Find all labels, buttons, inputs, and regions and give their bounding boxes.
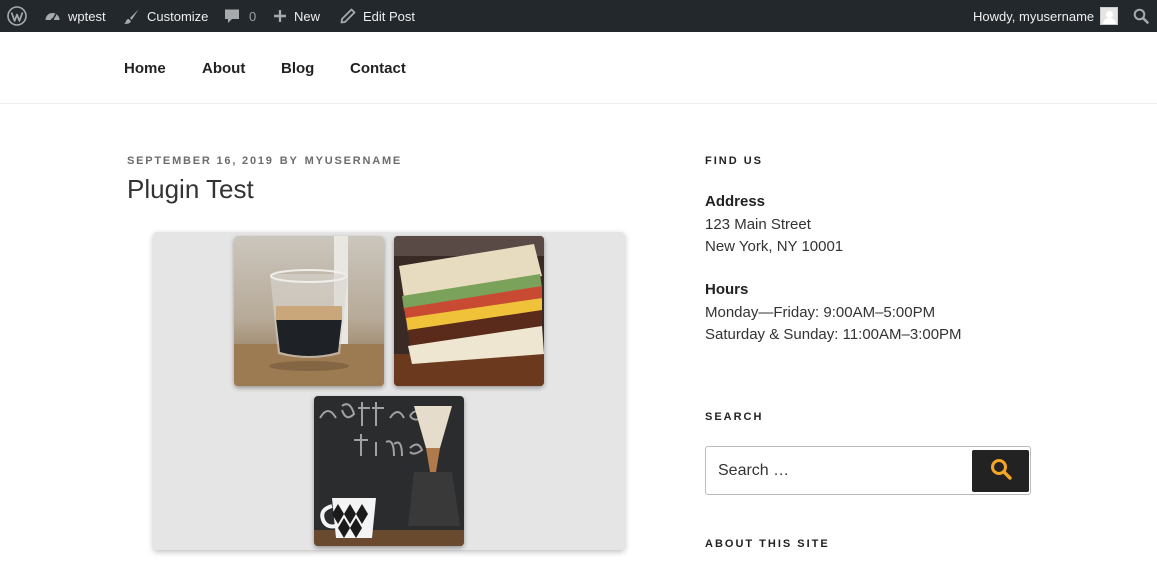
site-name-menu[interactable]: wptest (44, 0, 106, 32)
comment-icon (224, 8, 240, 24)
post-byline: BY (279, 155, 299, 167)
address-line-1: 123 Main Street (705, 216, 811, 233)
post-meta: SEPTEMBER 16, 2019 BY MYUSERNAME (127, 155, 402, 167)
search-icon (1133, 8, 1149, 24)
search-icon (990, 458, 1012, 485)
image-gallery (153, 232, 625, 550)
nav-item-about[interactable]: About (202, 60, 245, 77)
new-content-menu[interactable]: New (273, 0, 320, 32)
gallery-image-coffee-time[interactable] (314, 396, 464, 546)
admin-search-button[interactable] (1133, 0, 1149, 32)
post-date[interactable]: SEPTEMBER 16, 2019 (127, 155, 274, 167)
hours-line-1: Monday—Friday: 9:00AM–5:00PM (705, 304, 936, 321)
nav-item-contact[interactable]: Contact (350, 60, 406, 77)
avatar-icon (1100, 7, 1119, 25)
wordpress-menu[interactable] (7, 0, 27, 32)
howdy-text: Howdy, myusername (973, 8, 1095, 24)
pencil-icon (340, 8, 356, 24)
comments-count: 0 (249, 8, 257, 24)
site-name: wptest (68, 8, 106, 24)
comments-link[interactable]: 0 (224, 0, 256, 32)
plus-icon (273, 9, 287, 23)
search-submit-button[interactable] (972, 450, 1029, 492)
hours-line-2: Saturday & Sunday: 11:00AM–3:00PM (705, 326, 962, 343)
address-label: Address (705, 193, 766, 210)
main-navigation: Home About Blog Contact (0, 32, 1157, 104)
edit-post-link[interactable]: Edit Post (340, 0, 415, 32)
customize-label: Customize (147, 8, 209, 24)
customize-link[interactable]: Customize (123, 0, 208, 32)
search-input[interactable] (706, 447, 966, 494)
post-author[interactable]: MYUSERNAME (305, 155, 402, 167)
gallery-image-espresso[interactable] (234, 236, 384, 386)
find-us-heading: FIND US (705, 155, 763, 167)
edit-post-label: Edit Post (363, 8, 416, 24)
dashboard-icon (44, 8, 61, 25)
admin-bar: wptest Customize 0 New Edit Post Howdy, … (0, 0, 1157, 32)
my-account-menu[interactable]: Howdy, myusername (973, 0, 1119, 32)
nav-item-home[interactable]: Home (124, 60, 166, 77)
post-title: Plugin Test (127, 174, 254, 204)
about-site-heading: ABOUT THIS SITE (705, 538, 830, 550)
gallery-image-sandwich[interactable] (394, 236, 544, 386)
new-label: New (294, 8, 321, 24)
search-form (705, 446, 1031, 495)
nav-item-blog[interactable]: Blog (281, 60, 314, 77)
address-line-2: New York, NY 10001 (705, 238, 844, 255)
brush-icon (123, 8, 140, 25)
hours-label: Hours (705, 281, 749, 298)
search-heading: SEARCH (705, 411, 764, 423)
wordpress-logo-icon (7, 6, 27, 26)
